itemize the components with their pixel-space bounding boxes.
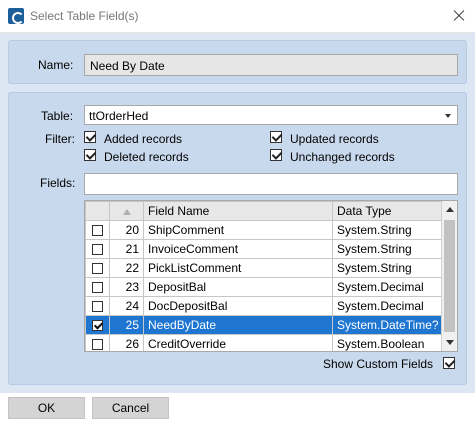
fields-input[interactable] bbox=[84, 173, 458, 195]
row-checkbox[interactable] bbox=[92, 301, 103, 313]
row-checkbox[interactable] bbox=[92, 320, 103, 332]
row-select-cell[interactable] bbox=[85, 277, 110, 297]
fields-grid[interactable]: Field Name Data Type 20 ShipComment System… bbox=[84, 200, 458, 352]
unchanged-records-checkbox[interactable] bbox=[270, 149, 282, 161]
updated-records-label: Updated records bbox=[290, 132, 379, 146]
show-custom-fields-checkbox[interactable] bbox=[443, 357, 455, 369]
row-select-cell[interactable] bbox=[85, 334, 110, 351]
row-select-cell[interactable] bbox=[85, 258, 110, 278]
name-field[interactable]: Need By Date bbox=[84, 54, 458, 76]
table-row[interactable]: 26 CreditOverride System.Boolean bbox=[85, 334, 444, 351]
sort-ascending-icon bbox=[122, 208, 131, 215]
data-type-cell[interactable]: System.String bbox=[332, 220, 444, 240]
row-number: 25 bbox=[109, 315, 144, 335]
fields-label: Fields: bbox=[40, 176, 76, 190]
field-name-cell[interactable]: CreditOverride bbox=[143, 334, 333, 351]
row-checkbox[interactable] bbox=[92, 263, 103, 275]
row-number: 24 bbox=[109, 296, 144, 316]
row-number: 21 bbox=[109, 239, 144, 259]
scroll-up-arrow-icon[interactable] bbox=[446, 207, 454, 212]
row-select-cell[interactable] bbox=[85, 315, 110, 335]
field-name-cell[interactable]: ShipComment bbox=[143, 220, 333, 240]
row-number: 22 bbox=[109, 258, 144, 278]
grid-header-field-name[interactable]: Field Name bbox=[143, 201, 333, 221]
filter-label: Filter: bbox=[45, 132, 75, 146]
field-name-cell[interactable]: PickListComment bbox=[143, 258, 333, 278]
table-row[interactable]: 23 DepositBal System.Decimal bbox=[85, 277, 444, 297]
field-name-cell[interactable]: InvoiceComment bbox=[143, 239, 333, 259]
app-logo-icon bbox=[8, 8, 24, 24]
scroll-thumb[interactable] bbox=[444, 220, 455, 332]
data-type-cell[interactable]: System.Boolean bbox=[332, 334, 444, 351]
table-row[interactable]: 22 PickListComment System.String bbox=[85, 258, 444, 278]
table-row[interactable]: 20 ShipComment System.String bbox=[85, 220, 444, 240]
cancel-button[interactable]: Cancel bbox=[92, 397, 169, 419]
added-records-checkbox[interactable] bbox=[84, 131, 96, 143]
row-checkbox[interactable] bbox=[92, 282, 103, 294]
unchanged-records-label: Unchanged records bbox=[290, 150, 395, 164]
row-number: 23 bbox=[109, 277, 144, 297]
row-number: 20 bbox=[109, 220, 144, 240]
deleted-records-checkbox[interactable] bbox=[84, 149, 96, 161]
table-row[interactable]: 25 NeedByDate System.DateTime? bbox=[85, 315, 444, 335]
table-value: ttOrderHed bbox=[89, 109, 149, 123]
dropdown-arrow-icon[interactable] bbox=[445, 114, 451, 118]
table-dropdown[interactable]: ttOrderHed bbox=[84, 105, 458, 125]
name-value: Need By Date bbox=[90, 59, 165, 73]
row-checkbox[interactable] bbox=[92, 339, 103, 351]
data-type-cell[interactable]: System.DateTime? bbox=[332, 315, 444, 335]
row-checkbox[interactable] bbox=[92, 225, 103, 237]
field-name-cell[interactable]: DocDepositBal bbox=[143, 296, 333, 316]
row-checkbox[interactable] bbox=[92, 244, 103, 256]
window-title: Select Table Field(s) bbox=[30, 9, 139, 23]
deleted-records-label: Deleted records bbox=[104, 150, 189, 164]
grid-header-check[interactable] bbox=[85, 201, 110, 221]
show-custom-fields-label: Show Custom Fields bbox=[323, 357, 434, 371]
data-type-cell[interactable]: System.Decimal bbox=[332, 296, 444, 316]
ok-button[interactable]: OK bbox=[8, 397, 85, 419]
scroll-down-arrow-icon[interactable] bbox=[446, 340, 454, 345]
row-number: 26 bbox=[109, 334, 144, 351]
close-button[interactable] bbox=[443, 0, 475, 32]
table-row[interactable]: 21 InvoiceComment System.String bbox=[85, 239, 444, 259]
data-type-cell[interactable]: System.String bbox=[332, 258, 444, 278]
title-bar: Select Table Field(s) bbox=[0, 0, 475, 33]
data-type-cell[interactable]: System.Decimal bbox=[332, 277, 444, 297]
field-name-cell[interactable]: NeedByDate bbox=[143, 315, 333, 335]
table-label: Table: bbox=[41, 109, 74, 123]
grid-scrollbar[interactable] bbox=[441, 201, 457, 351]
row-select-cell[interactable] bbox=[85, 239, 110, 259]
grid-header-data-type[interactable]: Data Type bbox=[332, 201, 444, 221]
grid-header-sort[interactable] bbox=[109, 201, 144, 221]
field-name-cell[interactable]: DepositBal bbox=[143, 277, 333, 297]
name-label: Name: bbox=[38, 58, 74, 72]
added-records-label: Added records bbox=[104, 132, 183, 146]
table-row[interactable]: 24 DocDepositBal System.Decimal bbox=[85, 296, 444, 316]
updated-records-checkbox[interactable] bbox=[270, 131, 282, 143]
row-select-cell[interactable] bbox=[85, 220, 110, 240]
row-select-cell[interactable] bbox=[85, 296, 110, 316]
data-type-cell[interactable]: System.String bbox=[332, 239, 444, 259]
